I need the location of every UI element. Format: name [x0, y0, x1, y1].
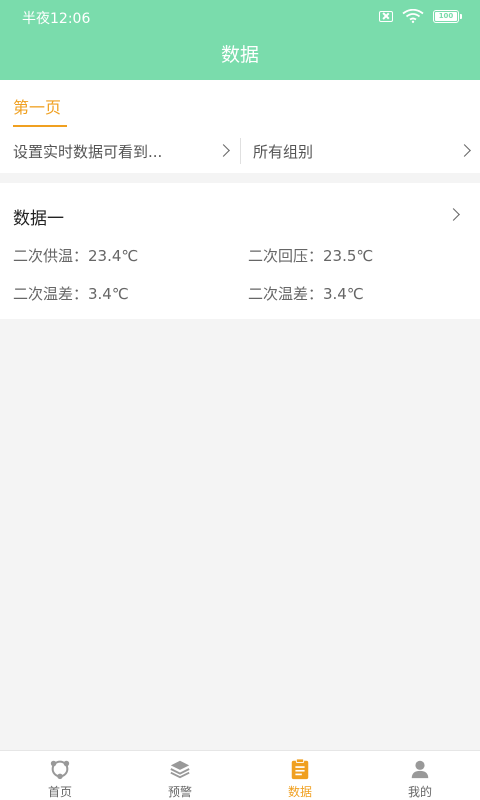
group-filter-label: 所有组别	[253, 143, 314, 161]
tab-first-page[interactable]: 第一页	[13, 94, 61, 118]
data-card[interactable]: 数据一 二次供温：23.4℃ 二次回压：23.5℃ 二次温差：3.4℃ 二次温差…	[0, 183, 480, 319]
battery-icon: 100	[433, 9, 462, 23]
tab-warning[interactable]: 预警	[120, 751, 240, 800]
home-icon	[50, 760, 70, 780]
layers-icon	[170, 760, 190, 779]
filter-row: 设置实时数据可看到... 所有组别	[0, 130, 480, 173]
chevron-right-icon	[447, 208, 460, 221]
status-bar: 半夜12:06 100	[0, 0, 480, 34]
tab-home[interactable]: 首页	[0, 751, 120, 800]
chevron-right-icon	[217, 144, 230, 157]
chevron-right-icon	[458, 144, 471, 157]
metric-temp-diff: 二次温差：3.4℃	[248, 285, 364, 303]
tab-home-label: 首页	[47, 785, 72, 799]
realtime-filter-label: 设置实时数据可看到...	[13, 143, 163, 161]
metric-supply-temp: 二次供温：23.4℃	[13, 247, 139, 265]
bottom-tab-bar: 首页 预警 数据 我的	[0, 750, 480, 800]
tab-active-indicator	[13, 125, 67, 127]
battery-level: 100	[435, 11, 457, 21]
metric-return-pressure: 二次回压：23.5℃	[248, 247, 374, 265]
wifi-icon	[402, 9, 424, 23]
status-icons: 100	[379, 9, 462, 23]
tab-data-label: 数据	[287, 785, 312, 799]
page-tabs: 第一页	[0, 80, 480, 130]
tab-mine-label: 我的	[407, 785, 432, 799]
group-filter-selector[interactable]: 所有组别	[240, 130, 480, 173]
metric-temp-diff: 二次温差：3.4℃	[13, 285, 129, 303]
tab-mine[interactable]: 我的	[360, 751, 480, 800]
clipboard-icon	[291, 758, 309, 780]
no-sim-icon	[379, 10, 393, 22]
page-title: 数据	[220, 44, 259, 66]
app-header: 半夜12:06 100 数据	[0, 0, 480, 80]
realtime-filter-selector[interactable]: 设置实时数据可看到...	[0, 130, 240, 173]
card-title: 数据一	[13, 209, 64, 229]
tab-warning-label: 预警	[167, 785, 192, 799]
person-icon	[411, 760, 429, 779]
status-time: 半夜12:06	[22, 11, 91, 27]
tab-data[interactable]: 数据	[240, 751, 360, 800]
